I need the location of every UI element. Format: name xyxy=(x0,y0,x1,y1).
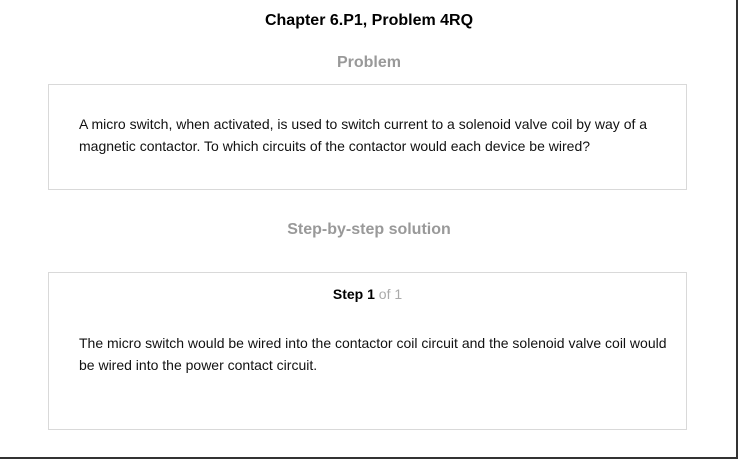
solution-heading: Step-by-step solution xyxy=(287,221,451,238)
problem-text: A micro switch, when activated, is used … xyxy=(79,116,648,154)
page-title: Chapter 6.P1, Problem 4RQ xyxy=(264,12,474,29)
page-frame: Chapter 6.P1, Problem 4RQ Problem A micr… xyxy=(0,0,738,459)
solution-card: Step 1 of 1 The micro switch would be wi… xyxy=(48,272,687,430)
problem-card: A micro switch, when activated, is used … xyxy=(48,84,687,190)
step-number: 1 xyxy=(367,286,375,302)
solution-text: The micro switch would be wired into the… xyxy=(79,335,667,373)
step-label: Step 1 of 1 xyxy=(49,286,686,302)
problem-heading: Problem xyxy=(336,54,401,71)
step-of-total: of 1 xyxy=(378,286,403,302)
step-word: Step xyxy=(332,286,364,302)
